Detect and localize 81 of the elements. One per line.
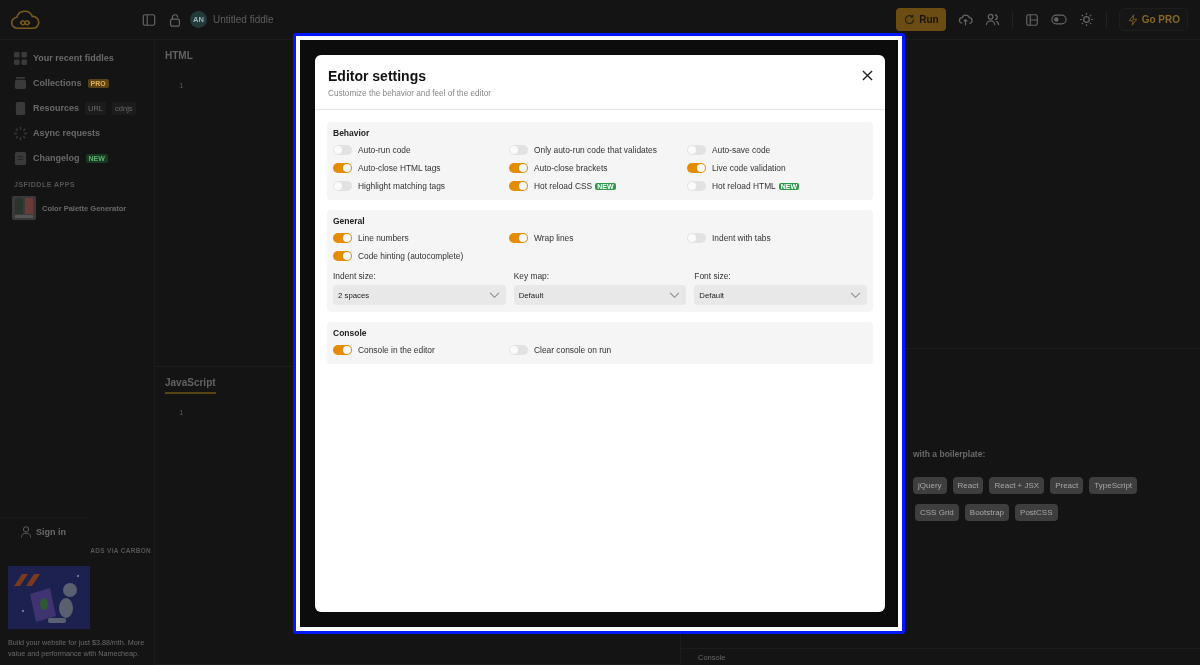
sidebar-item-label: Your recent fiddles: [33, 53, 114, 63]
toggle-label: Auto-save code: [712, 145, 771, 155]
toggle-switch[interactable]: [333, 233, 352, 243]
select-label: Indent size:: [333, 271, 376, 281]
box-icon: [14, 76, 27, 90]
toggle-switch[interactable]: [333, 163, 352, 173]
layout-icon[interactable]: [1024, 12, 1039, 27]
toggle-label: Auto-run code: [358, 145, 411, 155]
select-label: Key map:: [513, 271, 550, 281]
boilerplate-heading: with a boilerplate:: [913, 449, 986, 459]
toggle-switch[interactable]: [333, 145, 352, 155]
toggle-switch[interactable]: [687, 233, 706, 243]
grid-icon: [14, 51, 27, 65]
toggle-label: Highlight matching tags: [358, 181, 446, 191]
refresh-icon: [903, 13, 917, 26]
boilerplate-chip[interactable]: TypeScript: [1089, 477, 1138, 494]
section-title: Behavior: [333, 128, 370, 138]
toggle-switch[interactable]: [687, 145, 706, 155]
toggle-label: Only auto-run code that validates: [534, 145, 657, 155]
boilerplate-chip[interactable]: Preact: [1050, 477, 1084, 494]
toggle-switch[interactable]: [687, 163, 706, 173]
dialog-subtitle: Customize the behavior and feel of the editor: [328, 89, 491, 98]
toggle-switch[interactable]: [509, 233, 528, 243]
sidebar-item-label: Resources: [33, 103, 80, 113]
toggle-label: Hot reload CSS: [534, 181, 593, 191]
cloud-logo-icon[interactable]: [10, 8, 40, 31]
section-title: General: [333, 216, 365, 226]
toggle-label: Hot reload HTML: [712, 181, 776, 191]
toggle-label: Auto-close brackets: [534, 163, 608, 173]
boilerplate-chip[interactable]: Bootstrap: [964, 504, 1010, 521]
run-button[interactable]: Run: [896, 8, 946, 31]
users-icon[interactable]: [984, 12, 1000, 27]
toggle-label: Wrap lines: [534, 233, 574, 243]
editor-tab[interactable]: JavaScript: [165, 377, 216, 394]
sidebar-toggle-icon[interactable]: [142, 12, 156, 27]
boilerplate-chip[interactable]: PostCSS: [1015, 504, 1058, 521]
toggle-switch[interactable]: [509, 181, 528, 191]
close-icon[interactable]: [862, 70, 873, 81]
chevron-down-icon: [850, 291, 861, 299]
file-icon: [14, 101, 27, 115]
fiddle-title[interactable]: Untitled fiddle: [213, 14, 274, 25]
go-pro-button[interactable]: Go PRO: [1118, 8, 1188, 31]
palette-app-icon: [12, 196, 36, 220]
toggle-switch[interactable]: [333, 181, 352, 191]
chevron-down-icon: [669, 291, 681, 299]
sidebar-item-label: Collections: [33, 78, 82, 88]
user-icon: [20, 525, 32, 538]
cloud-upload-icon[interactable]: [957, 12, 973, 27]
section-title: Console: [333, 328, 367, 338]
sidebar-item-label: Async requests: [33, 128, 101, 138]
lock-icon[interactable]: [168, 12, 182, 27]
boilerplate-chip[interactable]: CSS Grid: [915, 504, 959, 521]
toggle-icon[interactable]: [1050, 14, 1067, 25]
document-icon: [14, 151, 27, 165]
select-label: Font size:: [694, 271, 731, 281]
sidebar-item[interactable]: Async requests: [14, 124, 140, 142]
toggle-switch[interactable]: [509, 345, 528, 355]
sign-in-link[interactable]: Sign in: [0, 516, 86, 546]
toggle-label: Auto-close HTML tags: [358, 163, 441, 173]
dialog-title: Editor settings: [328, 68, 427, 84]
toggle-label: Live code validation: [712, 163, 786, 173]
toggle-switch[interactable]: [509, 163, 528, 173]
boilerplate-chip[interactable]: React: [952, 477, 984, 494]
boilerplate-chip[interactable]: jQuery: [913, 477, 947, 494]
toggle-label: Indent with tabs: [712, 233, 771, 243]
toggle-switch[interactable]: [687, 181, 706, 191]
spinner-icon: [14, 126, 27, 140]
toggle-label: Line numbers: [358, 233, 409, 243]
sidebar-item[interactable]: Your recent fiddles: [14, 49, 140, 67]
toggle-switch[interactable]: [333, 345, 352, 355]
boilerplate-chip[interactable]: React + JSX: [989, 477, 1045, 494]
sidebar-item-label: Changelog: [33, 153, 80, 163]
toggle-switch[interactable]: [333, 251, 352, 261]
editor-tab[interactable]: HTML: [165, 50, 193, 67]
chevron-down-icon: [488, 291, 500, 299]
toggle-switch[interactable]: [509, 145, 528, 155]
toggle-label: Code hinting (autocomplete): [358, 251, 464, 261]
toggle-label: Console in the editor: [358, 345, 435, 355]
lightning-icon: [1126, 13, 1139, 26]
toggle-label: Clear console on run: [534, 345, 612, 355]
sun-icon[interactable]: [1078, 12, 1094, 27]
